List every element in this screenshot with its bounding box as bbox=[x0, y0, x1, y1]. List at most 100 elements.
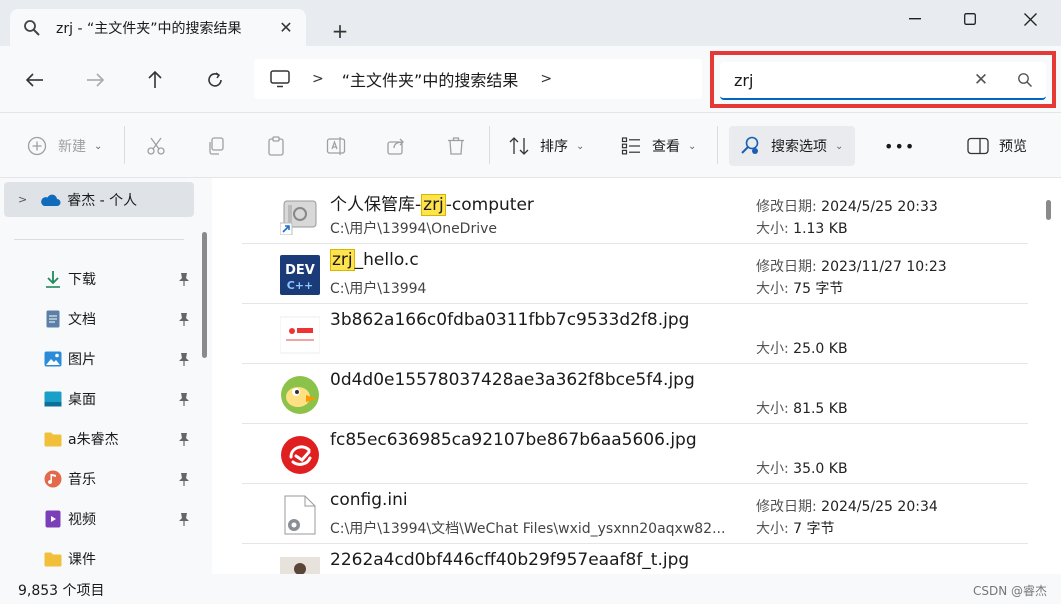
back-button[interactable] bbox=[21, 66, 49, 94]
pin-icon[interactable] bbox=[178, 352, 190, 366]
pin-icon[interactable] bbox=[178, 472, 190, 486]
search-value[interactable]: zrj bbox=[734, 71, 968, 90]
result-name[interactable]: zrj _hello.c bbox=[330, 249, 419, 271]
sort-button[interactable]: 排序 ⌄ bbox=[508, 131, 584, 161]
search-input[interactable]: zrj ✕ bbox=[720, 62, 1046, 100]
tab-close-icon[interactable]: ✕ bbox=[276, 18, 296, 38]
maximize-button[interactable] bbox=[947, 4, 993, 34]
cut-button[interactable] bbox=[145, 131, 177, 161]
view-label: 查看 bbox=[652, 139, 680, 155]
sidebar-item-label: 视频 bbox=[68, 512, 96, 528]
search-results-list: 个人保管库-zrj -computer C:\用户\13994\OneDrive … bbox=[212, 178, 1061, 574]
breadcrumb[interactable]: “主文件夹”中的搜索结果 bbox=[342, 67, 519, 91]
clear-search-icon[interactable]: ✕ bbox=[968, 67, 994, 93]
preview-pane-button[interactable]: 预览 bbox=[967, 131, 1027, 161]
new-tab-button[interactable]: + bbox=[328, 19, 352, 43]
result-modified: 修改日期: 2023/11/27 10:23 bbox=[756, 259, 947, 275]
sidebar-item-documents[interactable]: 文档 bbox=[44, 304, 194, 334]
address-bar[interactable]: > “主文件夹”中的搜索结果 > bbox=[254, 59, 702, 99]
close-icon bbox=[1023, 12, 1037, 26]
result-modified: 修改日期: 2024/5/25 20:33 bbox=[756, 199, 938, 215]
search-options-icon bbox=[739, 135, 761, 157]
refresh-button[interactable] bbox=[201, 66, 229, 94]
rename-button[interactable] bbox=[325, 131, 357, 161]
sidebar-scrollbar[interactable] bbox=[202, 232, 207, 358]
breadcrumb-separator[interactable]: > bbox=[312, 71, 324, 87]
jd-thumbnail bbox=[280, 315, 320, 355]
sidebar-item-label: a朱睿杰 bbox=[68, 432, 119, 448]
sidebar-item-label: 文档 bbox=[68, 312, 96, 328]
result-name[interactable]: fc85ec636985ca92107be867b6aa5606.jpg bbox=[330, 430, 697, 450]
chevron-right-icon[interactable]: > bbox=[18, 193, 27, 206]
result-name[interactable]: 3b862a166c0fdba0311fbb7c9533d2f8.jpg bbox=[330, 310, 689, 330]
sort-icon bbox=[508, 135, 530, 157]
result-size: 大小: 25.0 KB bbox=[756, 341, 848, 357]
sidebar-item-onedrive[interactable]: > 睿杰 - 个人 bbox=[4, 182, 194, 217]
paste-button[interactable] bbox=[265, 131, 297, 161]
search-icon[interactable] bbox=[1012, 67, 1038, 93]
search-icon bbox=[22, 18, 42, 38]
trash-icon bbox=[445, 135, 467, 157]
share-button[interactable] bbox=[385, 131, 417, 161]
result-row[interactable]: 0d4d0e15578037428ae3a362f8bce5f4.jpg 大小:… bbox=[242, 364, 1028, 424]
result-path: C:\用户\13994 bbox=[330, 281, 427, 297]
up-button[interactable] bbox=[141, 66, 169, 94]
result-size: 大小: 7 字节 bbox=[756, 521, 835, 537]
chevron-down-icon: ⌄ bbox=[688, 140, 697, 152]
sidebar-onedrive-label: 睿杰 - 个人 bbox=[67, 192, 138, 209]
result-row[interactable]: DEV C++ zrj _hello.c C:\用户\13994 修改日期: 202… bbox=[242, 244, 1028, 304]
refresh-icon bbox=[208, 72, 222, 87]
arrow-right-icon bbox=[87, 73, 105, 87]
match-highlight: zrj bbox=[421, 194, 446, 216]
result-row[interactable]: 3b862a166c0fdba0311fbb7c9533d2f8.jpg 大小:… bbox=[242, 304, 1028, 364]
more-options-button[interactable]: ••• bbox=[884, 131, 915, 161]
sidebar-item-pictures[interactable]: 图片 bbox=[44, 344, 194, 374]
view-list-icon bbox=[620, 135, 642, 157]
folder-icon bbox=[44, 430, 62, 448]
result-name[interactable]: config.ini bbox=[330, 490, 408, 510]
plus-circle-icon bbox=[26, 135, 48, 157]
sidebar-item-label: 下载 bbox=[68, 272, 96, 288]
result-modified: 修改日期: 2024/5/25 20:34 bbox=[756, 499, 938, 515]
forward-button[interactable] bbox=[81, 66, 109, 94]
copy-button[interactable] bbox=[205, 131, 237, 161]
sidebar-item-label: 桌面 bbox=[68, 392, 96, 408]
result-name[interactable]: 个人保管库-zrj -computer bbox=[330, 190, 534, 216]
sidebar-item-desktop[interactable]: 桌面 bbox=[44, 384, 194, 414]
pin-icon[interactable] bbox=[178, 272, 190, 286]
copy-icon bbox=[205, 135, 227, 157]
pin-icon[interactable] bbox=[178, 392, 190, 406]
sidebar-item-downloads[interactable]: 下载 bbox=[44, 264, 194, 294]
pin-icon[interactable] bbox=[178, 432, 190, 446]
photo-thumbnail bbox=[280, 555, 320, 574]
result-path: C:\用户\13994\文档\WeChat Files\wxid_ysxnn20… bbox=[330, 521, 726, 537]
pin-icon[interactable] bbox=[178, 312, 190, 326]
sort-label: 排序 bbox=[540, 139, 568, 155]
bird-thumbnail bbox=[280, 375, 320, 415]
maximize-icon bbox=[964, 13, 976, 25]
search-options-button[interactable]: 搜索选项 ⌄ bbox=[729, 126, 856, 166]
pin-icon[interactable] bbox=[178, 512, 190, 526]
close-button[interactable] bbox=[1007, 4, 1053, 34]
sidebar-item-label: 图片 bbox=[68, 352, 96, 368]
result-row[interactable]: 2262a4cd0bf446cff40b29f957eaaf8f_t.jpg bbox=[242, 544, 1028, 574]
arrow-up-icon bbox=[148, 70, 162, 88]
new-button[interactable]: 新建 ⌄ bbox=[26, 131, 102, 161]
chevron-down-icon: ⌄ bbox=[94, 140, 103, 152]
result-row[interactable]: fc85ec636985ca92107be867b6aa5606.jpg 大小:… bbox=[242, 424, 1028, 484]
result-name[interactable]: 2262a4cd0bf446cff40b29f957eaaf8f_t.jpg bbox=[330, 550, 689, 570]
result-row[interactable]: 个人保管库-zrj -computer C:\用户\13994\OneDrive … bbox=[242, 184, 1028, 244]
minimize-button[interactable] bbox=[892, 4, 938, 34]
tab-search-results[interactable]: zrj - “主文件夹”中的搜索结果 ✕ bbox=[10, 9, 306, 46]
folder-icon bbox=[44, 550, 62, 568]
delete-button[interactable] bbox=[445, 131, 477, 161]
result-row[interactable]: config.ini C:\用户\13994\文档\WeChat Files\w… bbox=[242, 484, 1028, 544]
sidebar-item-music[interactable]: 音乐 bbox=[44, 464, 194, 494]
view-button[interactable]: 查看 ⌄ bbox=[620, 131, 696, 161]
breadcrumb-more-chevron[interactable]: > bbox=[540, 71, 552, 87]
results-scrollbar[interactable] bbox=[1046, 200, 1051, 220]
sidebar-item-courseware[interactable]: 课件 bbox=[44, 544, 194, 574]
result-name[interactable]: 0d4d0e15578037428ae3a362f8bce5f4.jpg bbox=[330, 370, 695, 390]
sidebar-item-videos[interactable]: 视频 bbox=[44, 504, 194, 534]
sidebar-item-zhu-ruijie-folder[interactable]: a朱睿杰 bbox=[44, 424, 194, 454]
